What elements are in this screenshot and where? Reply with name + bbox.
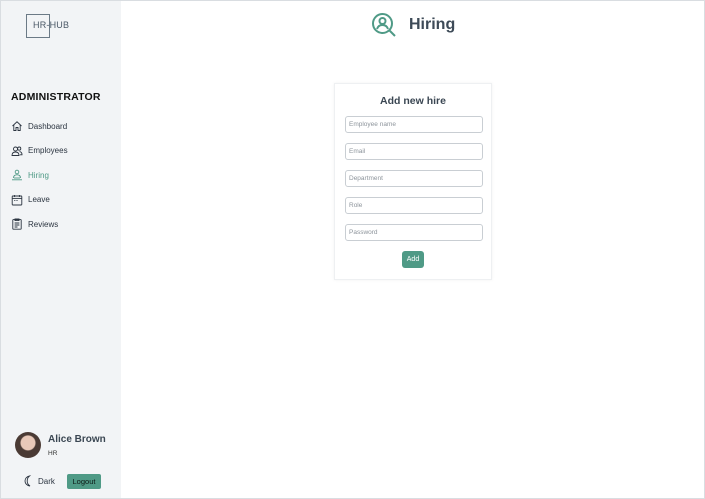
employee-name-input[interactable] bbox=[345, 116, 483, 133]
user-role: HR bbox=[48, 450, 58, 457]
app-window: HR-HUB ADMINISTRATOR Dashboard Employees… bbox=[0, 0, 705, 499]
sidebar-item-label: Hiring bbox=[28, 170, 49, 180]
user-search-icon bbox=[372, 13, 396, 37]
logo-text: HR-HUB bbox=[33, 20, 70, 30]
sidebar-item-dashboard[interactable]: Dashboard bbox=[11, 114, 116, 139]
logout-button[interactable]: Logout bbox=[67, 474, 101, 489]
page-title: Hiring bbox=[409, 16, 456, 33]
email-input[interactable] bbox=[345, 143, 483, 160]
app-logo[interactable]: HR-HUB bbox=[26, 14, 70, 40]
page-header: Hiring bbox=[371, 12, 455, 38]
moon-icon bbox=[24, 475, 32, 487]
add-button[interactable]: Add bbox=[402, 251, 424, 268]
sidebar: HR-HUB ADMINISTRATOR Dashboard Employees… bbox=[1, 1, 121, 498]
department-input[interactable] bbox=[345, 170, 483, 187]
form-title: Add new hire bbox=[380, 95, 446, 107]
avatar bbox=[15, 432, 41, 458]
home-icon bbox=[11, 120, 23, 132]
sidebar-item-employees[interactable]: Employees bbox=[11, 139, 116, 164]
users-icon bbox=[11, 145, 23, 157]
sidebar-item-label: Reviews bbox=[28, 219, 59, 229]
sidebar-item-hiring[interactable]: Hiring bbox=[11, 163, 116, 188]
sidebar-item-reviews[interactable]: Reviews bbox=[11, 212, 116, 237]
sidebar-item-label: Leave bbox=[28, 195, 50, 205]
sidebar-item-label: Employees bbox=[28, 146, 68, 156]
theme-label: Dark bbox=[38, 476, 55, 486]
role-heading: ADMINISTRATOR bbox=[11, 91, 101, 103]
clipboard-icon bbox=[11, 218, 23, 230]
password-input[interactable] bbox=[345, 224, 483, 241]
dark-mode-toggle[interactable]: Dark bbox=[23, 475, 55, 487]
add-hire-form: Add new hire Add bbox=[334, 83, 492, 280]
role-input[interactable] bbox=[345, 197, 483, 214]
user-name: Alice Brown bbox=[48, 434, 106, 445]
sidebar-item-label: Dashboard bbox=[28, 121, 68, 131]
hiring-icon bbox=[11, 169, 23, 181]
sidebar-item-leave[interactable]: Leave bbox=[11, 188, 116, 213]
calendar-icon bbox=[11, 194, 23, 206]
sidebar-nav: Dashboard Employees Hiring Leave Reviews bbox=[11, 114, 116, 237]
